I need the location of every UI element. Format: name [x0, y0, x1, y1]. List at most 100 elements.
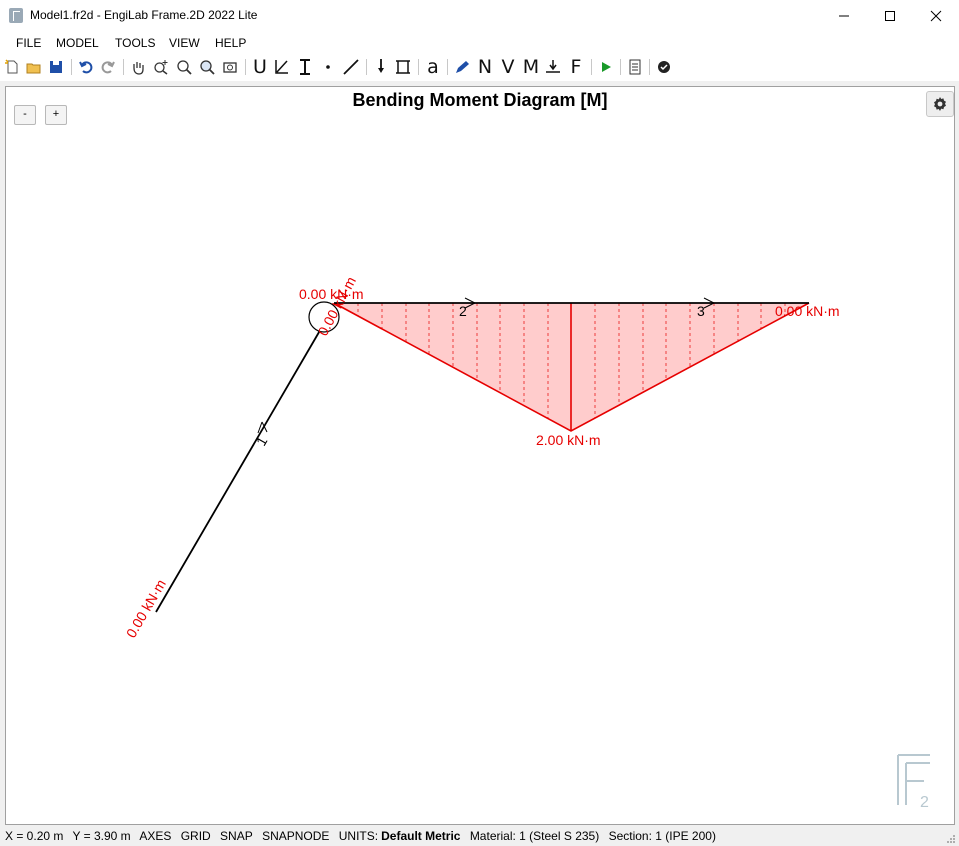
zoom-extents-button[interactable] — [197, 57, 217, 77]
member-number-1: 1 — [253, 434, 271, 449]
status-axes[interactable]: AXES — [139, 829, 171, 843]
save-button[interactable] — [46, 57, 66, 77]
toolbar-separator — [447, 59, 448, 75]
check-model-button[interactable] — [654, 57, 674, 77]
window-title: Model1.fr2d - EngiLab Frame.2D 2022 Lite — [30, 8, 258, 22]
close-button[interactable] — [913, 0, 959, 32]
status-material: Material: 1 (Steel S 235) — [469, 829, 600, 843]
camera-icon — [223, 62, 237, 73]
edit-button[interactable] — [452, 57, 472, 77]
axial-force-button[interactable]: N — [475, 57, 495, 77]
status-units-label: UNITS: — [338, 829, 379, 843]
minimize-button[interactable] — [821, 0, 867, 32]
shear-force-icon: V — [501, 56, 515, 78]
app-icon — [9, 8, 23, 23]
undo-icon — [79, 61, 93, 74]
menu-tools[interactable]: TOOLS — [115, 36, 155, 50]
undo-button[interactable] — [76, 57, 96, 77]
title-bar: Model1.fr2d - EngiLab Frame.2D 2022 Lite — [0, 0, 959, 32]
nodal-load-button[interactable] — [371, 57, 391, 77]
toolbar-separator — [620, 59, 621, 75]
zoom-in-button[interactable] — [151, 57, 171, 77]
member-number-2: 2 — [459, 303, 467, 319]
bending-moment-button[interactable]: M — [521, 57, 541, 77]
report-icon — [629, 59, 641, 75]
pan-button[interactable] — [128, 57, 148, 77]
zoom-extents-icon — [200, 60, 215, 75]
moment-label-member1-start: 0.00 kN·m — [123, 577, 169, 641]
distributed-load-icon — [396, 60, 410, 74]
support-reaction-icon — [546, 60, 560, 73]
status-bar: X = 0.20 m Y = 3.90 m AXES GRID SNAP SNA… — [0, 826, 959, 846]
zoom-window-button[interactable] — [174, 57, 194, 77]
member-1[interactable] — [155, 326, 323, 613]
shear-force-button[interactable]: V — [498, 57, 518, 77]
materials-button[interactable] — [272, 57, 292, 77]
redo-icon — [101, 61, 115, 74]
check-icon — [658, 61, 670, 73]
watermark-logo: 2 — [897, 754, 930, 809]
status-snap[interactable]: SNAP — [220, 829, 253, 843]
toolbar-separator — [245, 59, 246, 75]
analyze-a-button[interactable]: a — [423, 57, 443, 77]
play-icon — [602, 62, 611, 72]
bending-moment-icon: M — [522, 56, 540, 78]
nodal-load-icon — [378, 59, 384, 73]
status-grid[interactable]: GRID — [181, 829, 211, 843]
pencil-icon — [456, 61, 469, 73]
status-section: Section: 1 (IPE 200) — [608, 829, 716, 843]
resize-grip-icon[interactable] — [946, 834, 956, 844]
zoom-in-icon — [154, 60, 168, 75]
open-file-button[interactable] — [24, 57, 44, 77]
forces-button[interactable]: F — [566, 57, 586, 77]
deformed-shape-button[interactable] — [543, 57, 563, 77]
zoom-icon — [177, 60, 192, 75]
drawing-canvas[interactable]: Bending Moment Diagram [M] - + 1 2 3 0.0… — [5, 86, 955, 825]
toolbar-separator — [649, 59, 650, 75]
toolbar-separator — [366, 59, 367, 75]
add-node-button[interactable] — [318, 57, 338, 77]
axial-force-icon: N — [477, 56, 493, 78]
node-point-icon — [326, 65, 330, 69]
pan-hand-icon — [133, 62, 144, 75]
analysis-icon: a — [427, 56, 439, 78]
minimize-icon — [839, 15, 849, 17]
units-icon: U — [253, 56, 267, 78]
maximize-button[interactable] — [867, 0, 913, 32]
toolbar-separator — [71, 59, 72, 75]
forces-icon: F — [570, 56, 582, 78]
status-x: X = 0.20 m — [5, 829, 64, 843]
sections-button[interactable] — [295, 57, 315, 77]
run-analysis-button[interactable] — [596, 57, 616, 77]
new-file-button[interactable] — [2, 57, 22, 77]
toolbar: U a N V M F — [0, 54, 959, 81]
status-snapnode[interactable]: SNAPNODE — [262, 829, 329, 843]
svg-text:2: 2 — [920, 794, 929, 809]
add-element-button[interactable] — [341, 57, 361, 77]
material-icon — [275, 60, 288, 74]
report-button[interactable] — [625, 57, 645, 77]
section-ipe-icon — [300, 59, 310, 75]
menu-bar: FILE MODEL TOOLS VIEW HELP — [0, 32, 959, 54]
redo-button[interactable] — [98, 57, 118, 77]
maximize-icon — [885, 11, 895, 21]
element-load-button[interactable] — [393, 57, 413, 77]
menu-file[interactable]: FILE — [16, 36, 41, 50]
member-number-3: 3 — [697, 303, 705, 319]
element-line-icon — [343, 59, 359, 75]
moment-label-end: 0.00 kN·m — [775, 303, 840, 319]
open-folder-icon — [26, 63, 41, 74]
status-y: Y = 3.90 m — [72, 829, 131, 843]
menu-view[interactable]: VIEW — [169, 36, 200, 50]
close-icon — [930, 10, 942, 22]
menu-help[interactable]: HELP — [215, 36, 246, 50]
moment-label-max: 2.00 kN·m — [536, 432, 601, 448]
toolbar-separator — [418, 59, 419, 75]
toolbar-separator — [123, 59, 124, 75]
moment-diagram: 1 2 3 0.00 kN·m 0.00 kN·m 0.00 kN·m 2.00… — [123, 274, 840, 641]
new-file-icon — [5, 59, 18, 74]
units-button[interactable]: U — [250, 57, 270, 77]
menu-model[interactable]: MODEL — [56, 36, 99, 50]
screenshot-button[interactable] — [220, 57, 240, 77]
toolbar-separator — [591, 59, 592, 75]
